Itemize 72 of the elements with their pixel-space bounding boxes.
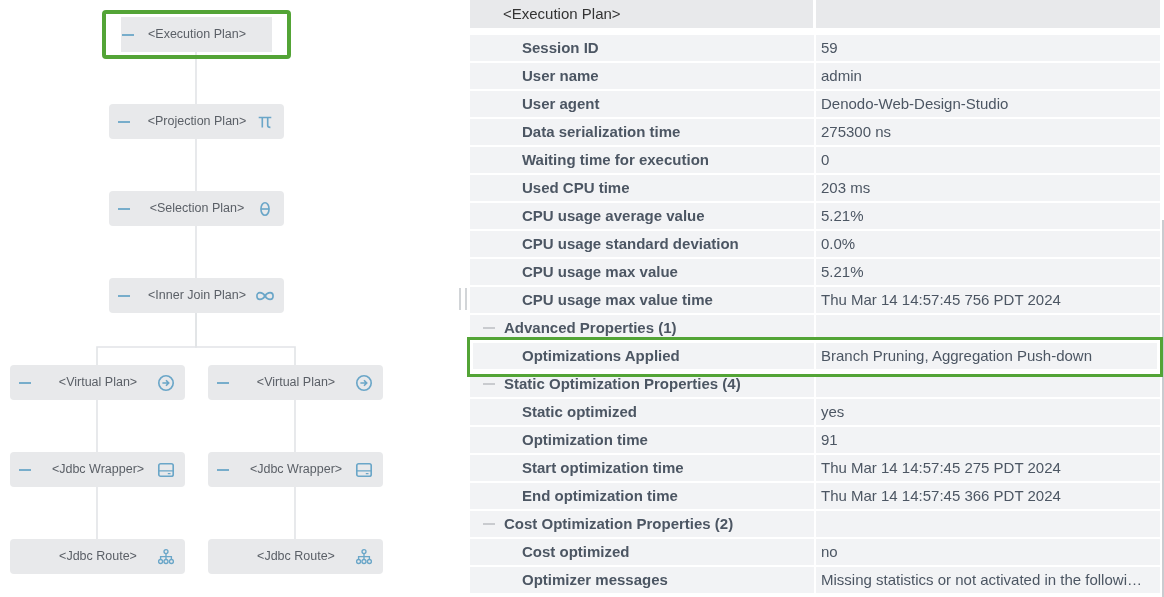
drive-icon: [156, 460, 175, 479]
property-row[interactable]: CPU usage standard deviation 0.0%: [470, 231, 1160, 259]
property-value: 59: [821, 37, 838, 58]
property-row[interactable]: Data serialization time 275300 ns: [470, 119, 1160, 147]
property-name: CPU usage max value: [522, 261, 678, 282]
plan-node[interactable]: <Jdbc Route>: [9, 539, 185, 574]
group-label: Advanced Properties (1): [504, 317, 677, 338]
property-name: CPU usage standard deviation: [522, 233, 739, 254]
plan-node[interactable]: <Projection Plan>: [108, 104, 284, 139]
property-value: Denodo-Web-Design-Studio: [821, 93, 1009, 114]
property-row[interactable]: User agent Denodo-Web-Design-Studio: [470, 91, 1160, 119]
plan-node[interactable]: <Inner Join Plan>: [108, 278, 284, 313]
property-name: Waiting time for execution: [522, 149, 709, 170]
property-name: End optimization time: [522, 485, 678, 506]
property-name: Used CPU time: [522, 177, 630, 198]
property-value: 0.0%: [821, 233, 856, 254]
drive-icon: [354, 460, 373, 479]
property-value: 91: [821, 429, 838, 450]
group-label: Cost Optimization Properties (2): [504, 513, 734, 534]
plan-node[interactable]: <Jdbc Wrapper>: [9, 452, 185, 487]
property-value: Thu Mar 14 14:57:45 366 PDT 2024: [821, 485, 1061, 506]
property-name: Optimizer messages: [522, 569, 668, 590]
property-name: Optimization time: [522, 429, 648, 450]
plan-node[interactable]: <Virtual Plan>: [207, 365, 383, 400]
property-row[interactable]: Optimizations Applied Branch Pruning, Aggregation Push-down: [467, 337, 1163, 377]
property-name: Static optimized: [522, 401, 637, 422]
property-name: Data serialization time: [522, 121, 681, 142]
property-row[interactable]: CPU usage average value 5.21%: [470, 203, 1160, 231]
hierarchy-icon: [156, 547, 175, 566]
property-row[interactable]: Waiting time for execution 0: [470, 147, 1160, 175]
property-name: Session ID: [522, 37, 599, 58]
property-value: admin: [821, 65, 862, 86]
property-row[interactable]: Static optimized yes: [470, 399, 1160, 427]
property-name: Start optimization time: [522, 457, 684, 478]
property-row[interactable]: End optimization time Thu Mar 14 14:57:45 366 PDT 2024: [470, 483, 1160, 511]
arrow-circle-icon: [156, 373, 175, 392]
hierarchy-icon: [354, 547, 373, 566]
property-value: 0: [821, 149, 830, 170]
property-name: CPU usage average value: [522, 205, 705, 226]
column-header: <Execution Plan>: [470, 0, 816, 28]
property-row[interactable]: Cost optimized no: [470, 539, 1160, 567]
plan-node[interactable]: <Jdbc Wrapper>: [207, 452, 383, 487]
property-row[interactable]: Optimizer messages Missing statistics or not activated in the followi…: [470, 567, 1160, 595]
property-value: yes: [821, 401, 845, 422]
property-value: Thu Mar 14 14:57:45 275 PDT 2024: [821, 457, 1061, 478]
property-row[interactable]: Session ID 59: [470, 35, 1160, 63]
arrow-circle-icon: [354, 373, 373, 392]
plan-node[interactable]: <Execution Plan>: [101, 10, 291, 59]
splitter-handle[interactable]: [458, 287, 467, 310]
property-name: User name: [522, 65, 599, 86]
property-name: Optimizations Applied: [522, 345, 680, 366]
property-name: User agent: [522, 93, 600, 114]
property-value: 275300 ns: [821, 121, 892, 142]
property-value: 5.21%: [821, 205, 864, 226]
scrollbar[interactable]: [1162, 220, 1164, 597]
plan-node[interactable]: <Selection Plan>: [108, 191, 284, 226]
property-name: Cost optimized: [522, 541, 630, 562]
property-value: 5.21%: [821, 261, 864, 282]
property-row[interactable]: User name admin: [470, 63, 1160, 91]
property-row[interactable]: CPU usage max value time Thu Mar 14 14:57:45 756 PDT 2024: [470, 287, 1160, 315]
property-value: 203 ms: [821, 177, 871, 198]
property-value: no: [821, 541, 838, 562]
property-name: CPU usage max value time: [522, 289, 713, 310]
property-value: Missing statistics or not activated in the followi…: [821, 569, 1142, 590]
property-row[interactable]: Optimization time 91: [470, 427, 1160, 455]
plan-node[interactable]: <Jdbc Route>: [207, 539, 383, 574]
property-value: Branch Pruning, Aggregation Push-down: [821, 345, 1092, 366]
property-row[interactable]: Start optimization time Thu Mar 14 14:57:45 275 PDT 2024: [470, 455, 1160, 483]
property-row[interactable]: CPU usage max value 5.21%: [470, 259, 1160, 287]
property-row[interactable]: Used CPU time 203 ms: [470, 175, 1160, 203]
plan-node[interactable]: <Virtual Plan>: [9, 365, 185, 400]
property-value: Thu Mar 14 14:57:45 756 PDT 2024: [821, 289, 1061, 310]
